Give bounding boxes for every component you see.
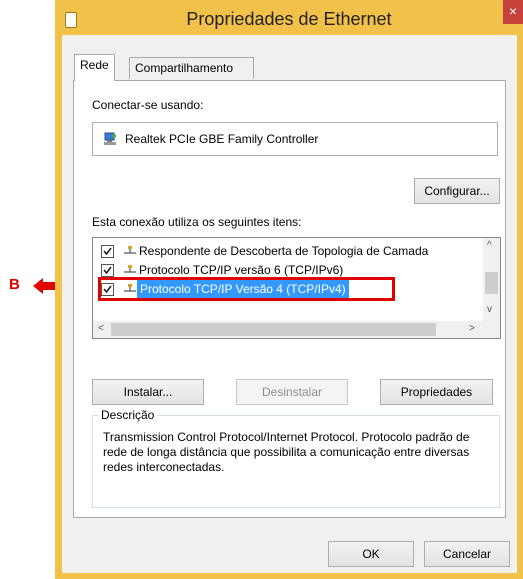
vertical-scrollbar[interactable]: ^ v bbox=[483, 238, 500, 321]
scroll-right-icon[interactable]: > bbox=[469, 323, 475, 334]
title-bar[interactable]: Propriedades de Ethernet × bbox=[55, 0, 523, 36]
items-label: Esta conexão utiliza os seguintes itens: bbox=[92, 215, 302, 229]
scroll-left-icon[interactable]: < bbox=[98, 323, 104, 334]
configure-button[interactable]: Configurar... bbox=[414, 178, 500, 204]
network-adapter-icon bbox=[104, 132, 116, 145]
adapter-name: Realtek PCIe GBE Family Controller bbox=[125, 132, 319, 146]
item-checkbox[interactable] bbox=[101, 264, 114, 277]
items-listbox[interactable]: Respondente de Descoberta de Topologia d… bbox=[92, 237, 501, 339]
list-item-selected[interactable]: Protocolo TCP/IP Versão 4 (TCP/IPv4) bbox=[97, 277, 477, 301]
horizontal-scrollbar[interactable]: < > bbox=[93, 321, 500, 338]
horizontal-scroll-thumb[interactable] bbox=[111, 323, 436, 336]
window-title: Propriedades de Ethernet bbox=[186, 9, 392, 29]
item-checkbox[interactable] bbox=[101, 245, 114, 258]
scroll-up-icon[interactable]: ^ bbox=[487, 240, 492, 251]
list-item[interactable]: Respondente de Descoberta de Topologia d… bbox=[97, 242, 477, 260]
install-button[interactable]: Instalar... bbox=[92, 379, 204, 405]
annotation-label: B bbox=[9, 276, 20, 293]
tab-rede[interactable]: Rede bbox=[74, 54, 115, 81]
list-item-label: Respondente de Descoberta de Topologia d… bbox=[139, 244, 429, 258]
cancel-button[interactable]: Cancelar bbox=[424, 541, 510, 567]
scroll-down-icon[interactable]: v bbox=[487, 304, 492, 315]
description-text: Transmission Control Protocol/Internet P… bbox=[103, 430, 470, 474]
description-title: Descrição bbox=[98, 408, 158, 422]
tab-panel: Conectar-se usando: Realtek PCIe GBE Fam… bbox=[73, 80, 506, 518]
vertical-scroll-thumb[interactable] bbox=[485, 272, 498, 294]
ok-button[interactable]: OK bbox=[328, 541, 414, 567]
dialog-client-area: Rede Compartilhamento Conectar-se usando… bbox=[62, 35, 517, 573]
connect-using-label: Conectar-se usando: bbox=[92, 98, 204, 112]
uninstall-button[interactable]: Desinstalar bbox=[236, 379, 348, 405]
annotation-highlight-box bbox=[98, 277, 395, 301]
close-button[interactable]: × bbox=[503, 0, 523, 24]
properties-button[interactable]: Propriedades bbox=[380, 379, 493, 405]
protocol-icon bbox=[124, 265, 136, 273]
dialog-window: Propriedades de Ethernet × Rede Comparti… bbox=[55, 0, 523, 579]
protocol-icon bbox=[124, 246, 136, 254]
adapter-field: Realtek PCIe GBE Family Controller bbox=[92, 122, 498, 156]
tab-compartilhamento[interactable]: Compartilhamento bbox=[129, 57, 254, 79]
description-group: Descrição Transmission Control Protocol/… bbox=[92, 408, 500, 508]
